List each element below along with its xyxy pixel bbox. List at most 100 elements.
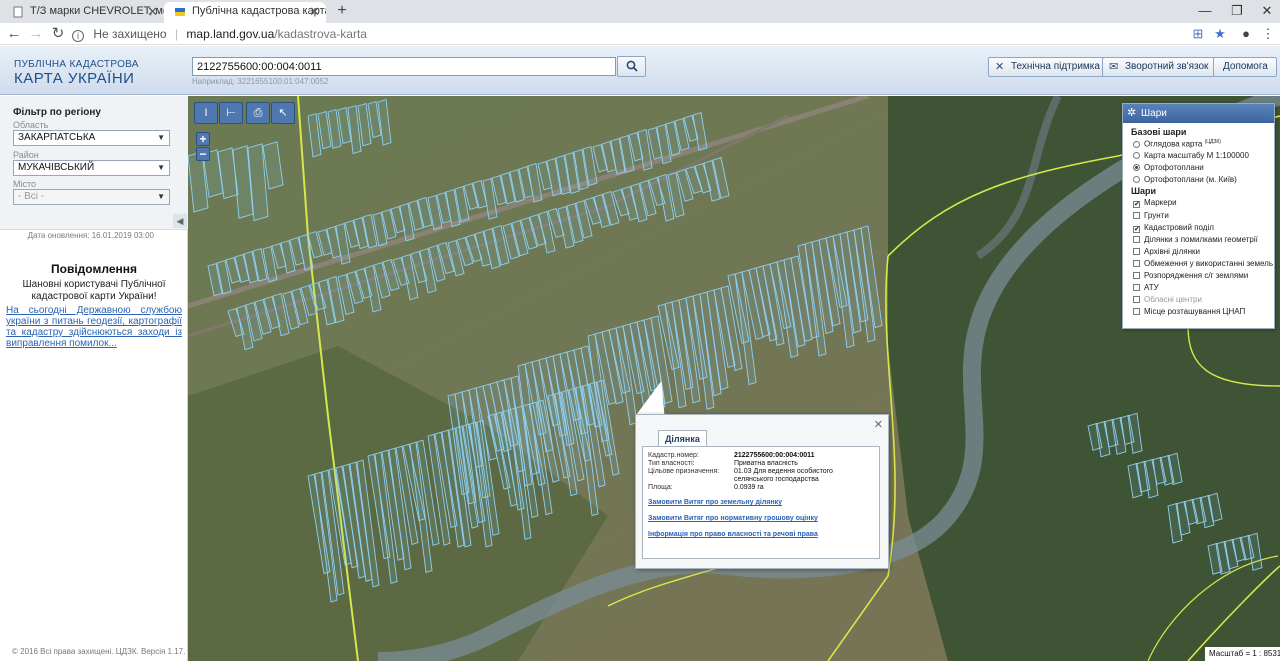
- radio-icon[interactable]: [1133, 152, 1140, 159]
- purpose-label: Цільове призначення:: [648, 468, 720, 475]
- reload-icon[interactable]: ↻: [48, 24, 68, 44]
- collapse-panel-button[interactable]: ◀: [173, 214, 187, 228]
- maximize-icon[interactable]: ❐: [1222, 2, 1252, 20]
- notice-title: Повідомлення: [51, 262, 137, 276]
- checkbox-icon[interactable]: [1133, 296, 1140, 303]
- measure-line-icon[interactable]: I: [194, 102, 218, 124]
- oblast-select[interactable]: ЗАКАРПАТСЬКА ▼: [13, 130, 170, 146]
- translate-icon[interactable]: ⊞: [1190, 26, 1206, 42]
- notice-text: Шановні користувачі Публічної кадастрово…: [22, 279, 166, 302]
- layer-cadastral[interactable]: ✔ Кадастровий поділ: [1133, 223, 1214, 233]
- layer-atu[interactable]: АТУ: [1133, 283, 1159, 292]
- feedback-button[interactable]: ✉ Зворотний зв'язок: [1102, 57, 1218, 77]
- layer-soils[interactable]: Грунти: [1133, 211, 1169, 220]
- layer-label: Ортофотоплани (м. Київ): [1144, 175, 1237, 184]
- layer-markers[interactable]: ✔ Маркери: [1133, 198, 1177, 208]
- browser-tabstrip: Т/З марки CHEVROLET, модель ✕ Публічна к…: [0, 0, 1280, 23]
- close-icon[interactable]: ✕: [874, 418, 883, 431]
- base-layer-map100000[interactable]: Карта масштабу М 1:100000: [1133, 151, 1249, 160]
- left-panel: Фільтр по регіону Область ЗАКАРПАТСЬКА ▼…: [0, 96, 188, 661]
- back-icon[interactable]: ←: [4, 24, 24, 44]
- base-layer-overview[interactable]: Оглядова карта (ЦДЗК): [1133, 139, 1221, 149]
- forward-icon[interactable]: →: [26, 24, 46, 44]
- layer-agri-disposal[interactable]: Розпорядження с/г землями: [1133, 271, 1248, 280]
- city-select[interactable]: - Всі - ▼: [13, 189, 170, 205]
- layer-regional-centers[interactable]: Обласні центри: [1133, 295, 1202, 304]
- parcel-popup: ✕ Ділянка Кадастр.номер: 2122755600:00:0…: [635, 414, 889, 569]
- checkbox-icon[interactable]: ✔: [1133, 201, 1140, 208]
- checkbox-icon[interactable]: [1133, 308, 1140, 315]
- layer-source: (ЦДЗК): [1204, 139, 1221, 145]
- map-view[interactable]: I ⊢ ⎙ ↖ + − ✲ Шари Базові шари Оглядова …: [188, 96, 1280, 661]
- checkbox-icon[interactable]: [1133, 284, 1140, 291]
- layer-restrictions[interactable]: Обмеження у використанні земель: [1133, 259, 1273, 268]
- checkbox-icon[interactable]: [1133, 260, 1140, 267]
- url-host: map.land.gov.ua: [186, 27, 275, 41]
- checkbox-icon[interactable]: [1133, 236, 1140, 243]
- layer-label: Розпорядження с/г землями: [1144, 271, 1249, 280]
- url-path: /kadastrova-karta: [274, 27, 367, 41]
- city-value: - Всі -: [18, 191, 45, 202]
- layer-label: Маркери: [1144, 198, 1177, 207]
- layer-geometry-errors[interactable]: Ділянки з помилками геометрії: [1133, 235, 1258, 244]
- support-label: Технічна підтримка: [1011, 61, 1100, 72]
- support-button[interactable]: ✕ Технічна підтримка: [988, 57, 1109, 77]
- close-icon[interactable]: ✕: [147, 2, 158, 21]
- browser-tab-chevrolet[interactable]: Т/З марки CHEVROLET, модель ✕: [2, 2, 164, 23]
- notice-link[interactable]: На сьогодні Державною службою україни з …: [6, 305, 182, 349]
- layer-label: АТУ: [1144, 283, 1159, 292]
- feedback-label: Зворотний зв'язок: [1125, 61, 1209, 72]
- help-button[interactable]: Допомога: [1213, 57, 1277, 77]
- orthophoto-map[interactable]: [188, 96, 1280, 661]
- window-close-icon[interactable]: ✕: [1252, 2, 1280, 20]
- cadastre-search-input[interactable]: [192, 57, 616, 76]
- order-valuation-link[interactable]: Замовити Витяг про нормативну грошову оц…: [648, 515, 818, 522]
- radio-icon[interactable]: [1133, 176, 1140, 183]
- layer-cnap[interactable]: Місце розташування ЦНАП: [1133, 307, 1245, 316]
- radio-icon[interactable]: [1133, 140, 1140, 148]
- print-icon[interactable]: ⎙: [246, 102, 270, 124]
- overlay-layers-title: Шари: [1131, 186, 1157, 196]
- region-filter: Фільтр по регіону Область ЗАКАРПАТСЬКА ▼…: [0, 96, 188, 230]
- security-label: Не захищено: [93, 27, 167, 41]
- help-label: Допомога: [1223, 61, 1268, 72]
- layers-header[interactable]: ✲ Шари: [1123, 104, 1274, 123]
- layer-label: Грунти: [1144, 211, 1169, 220]
- copyright: © 2016 Всі права захищені. ЦДЗК. Версія …: [12, 647, 186, 656]
- zoom-in-button[interactable]: +: [196, 132, 210, 146]
- ownership-info-link[interactable]: Інформація про право власності та речові…: [648, 531, 818, 538]
- popup-tab-parcel[interactable]: Ділянка: [658, 430, 707, 447]
- browser-tab-cadastre[interactable]: Публічна кадастрова карта Укр ✕: [164, 2, 326, 23]
- oblast-value: ЗАКАРПАТСЬКА: [18, 132, 96, 143]
- minimize-icon[interactable]: —: [1190, 2, 1220, 20]
- identify-icon[interactable]: ↖: [271, 102, 295, 124]
- menu-icon[interactable]: ⋮: [1260, 26, 1276, 42]
- layer-label: Кадастровий поділ: [1144, 223, 1214, 232]
- bookmark-star-icon[interactable]: ★: [1212, 26, 1228, 42]
- layer-label: Обласні центри: [1144, 295, 1202, 304]
- search-button[interactable]: [617, 56, 646, 77]
- profile-icon[interactable]: ●: [1238, 26, 1254, 42]
- new-tab-button[interactable]: +: [332, 1, 352, 21]
- layer-label: Обмеження у використанні земель: [1144, 259, 1273, 268]
- cad-label: Кадастр.номер:: [648, 452, 699, 459]
- checkbox-icon[interactable]: [1133, 248, 1140, 255]
- order-extract-link[interactable]: Замовити Витяг про земельну ділянку: [648, 499, 782, 506]
- checkbox-icon[interactable]: ✔: [1133, 226, 1140, 233]
- rayon-label: Район: [13, 150, 39, 160]
- rayon-select[interactable]: МУКАЧІВСЬКИЙ ▼: [13, 160, 170, 176]
- measure-area-icon[interactable]: ⊢: [219, 102, 243, 124]
- layer-archive[interactable]: Архівні ділянки: [1133, 247, 1200, 256]
- base-layer-orthophoto-kyiv[interactable]: Ортофотоплани (м. Київ): [1133, 175, 1237, 184]
- close-icon[interactable]: ✕: [309, 2, 320, 21]
- site-header: ПУБЛІЧНА КАДАСТРОВА КАРТА УКРАЇНИ Наприк…: [0, 46, 1280, 95]
- purpose-value: 01.03 Для ведення особистого селянського…: [734, 468, 833, 483]
- url-field[interactable]: i Не захищено | map.land.gov.ua/kadastro…: [72, 24, 1192, 44]
- search-icon: [626, 60, 638, 72]
- radio-icon[interactable]: [1133, 164, 1140, 171]
- checkbox-icon[interactable]: [1133, 212, 1140, 219]
- zoom-out-button[interactable]: −: [196, 147, 210, 161]
- base-layer-orthophoto[interactable]: Ортофотоплани: [1133, 163, 1204, 172]
- checkbox-icon[interactable]: [1133, 272, 1140, 279]
- info-icon[interactable]: i: [72, 30, 84, 42]
